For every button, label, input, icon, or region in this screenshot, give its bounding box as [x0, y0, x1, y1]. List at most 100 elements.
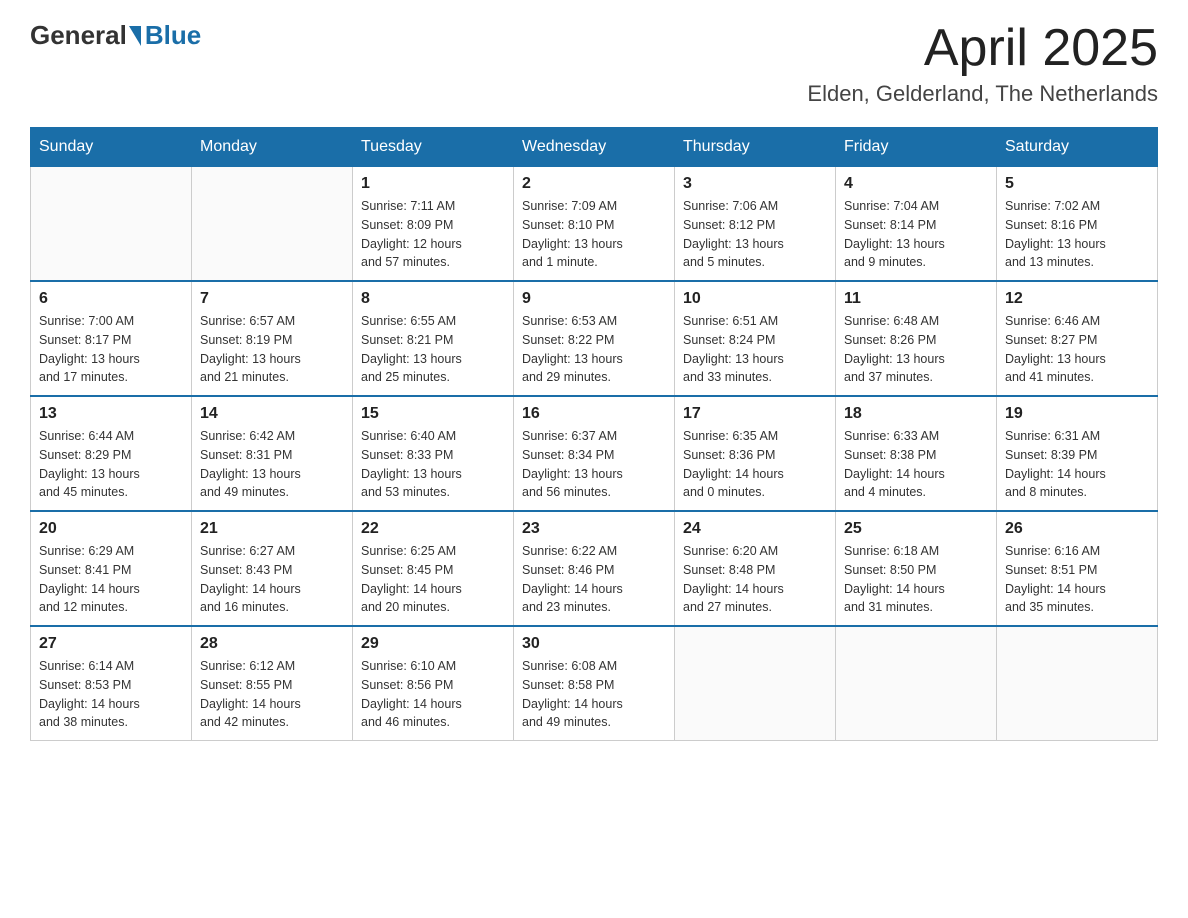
calendar-week-row: 1Sunrise: 7:11 AM Sunset: 8:09 PM Daylig…	[31, 167, 1158, 282]
day-number: 14	[200, 405, 344, 423]
day-number: 16	[522, 405, 666, 423]
day-info: Sunrise: 6:10 AM Sunset: 8:56 PM Dayligh…	[361, 657, 505, 732]
day-info: Sunrise: 6:53 AM Sunset: 8:22 PM Dayligh…	[522, 312, 666, 387]
calendar-cell: 24 Sunrise: 6:20 AM Sunset: 8:48 PM Dayli…	[675, 511, 836, 626]
weekday-header-thursday: Thursday	[675, 128, 836, 167]
calendar-cell: 28Sunrise: 6:12 AM Sunset: 8:55 PM Dayli…	[192, 626, 353, 741]
page-title: April 2025	[807, 20, 1158, 77]
calendar-cell: 9 Sunrise: 6:53 AM Sunset: 8:22 PM Daylig…	[514, 281, 675, 396]
day-info: Sunrise: 6:46 AM Sunset: 8:27 PM Dayligh…	[1005, 312, 1149, 387]
calendar-cell	[192, 167, 353, 282]
day-number: 11	[844, 290, 988, 308]
day-number: 26	[1005, 520, 1149, 538]
day-number: 29	[361, 635, 505, 653]
calendar-cell: 17 Sunrise: 6:35 AM Sunset: 8:36 PM Dayli…	[675, 396, 836, 511]
day-info: Sunrise: 6:18 AM Sunset: 8:50 PM Dayligh…	[844, 542, 988, 617]
calendar-cell: 23 Sunrise: 6:22 AM Sunset: 8:46 PM Dayli…	[514, 511, 675, 626]
day-number: 1	[361, 175, 505, 193]
day-number: 28	[200, 635, 344, 653]
logo-general-text: General	[30, 20, 127, 51]
day-info: Sunrise: 6:44 AM Sunset: 8:29 PM Dayligh…	[39, 427, 183, 502]
day-info: Sunrise: 7:06 AM Sunset: 8:12 PM Dayligh…	[683, 197, 827, 272]
day-number: 3	[683, 175, 827, 193]
day-number: 9	[522, 290, 666, 308]
day-number: 15	[361, 405, 505, 423]
calendar-cell: 5 Sunrise: 7:02 AM Sunset: 8:16 PM Daylig…	[997, 167, 1158, 282]
calendar-cell: 3 Sunrise: 7:06 AM Sunset: 8:12 PM Daylig…	[675, 167, 836, 282]
calendar-cell: 15Sunrise: 6:40 AM Sunset: 8:33 PM Dayli…	[353, 396, 514, 511]
calendar-cell: 7 Sunrise: 6:57 AM Sunset: 8:19 PM Daylig…	[192, 281, 353, 396]
calendar-cell	[836, 626, 997, 741]
day-number: 23	[522, 520, 666, 538]
day-number: 17	[683, 405, 827, 423]
day-number: 4	[844, 175, 988, 193]
calendar-cell	[675, 626, 836, 741]
calendar-cell: 6Sunrise: 7:00 AM Sunset: 8:17 PM Daylig…	[31, 281, 192, 396]
day-info: Sunrise: 6:37 AM Sunset: 8:34 PM Dayligh…	[522, 427, 666, 502]
calendar-week-row: 20 Sunrise: 6:29 AM Sunset: 8:41 PM Dayli…	[31, 511, 1158, 626]
day-info: Sunrise: 6:08 AM Sunset: 8:58 PM Dayligh…	[522, 657, 666, 732]
day-info: Sunrise: 7:02 AM Sunset: 8:16 PM Dayligh…	[1005, 197, 1149, 272]
calendar-cell: 10 Sunrise: 6:51 AM Sunset: 8:24 PM Dayli…	[675, 281, 836, 396]
title-section: April 2025 Elden, Gelderland, The Nether…	[807, 20, 1158, 107]
day-info: Sunrise: 6:16 AM Sunset: 8:51 PM Dayligh…	[1005, 542, 1149, 617]
calendar-week-row: 27 Sunrise: 6:14 AM Sunset: 8:53 PM Dayli…	[31, 626, 1158, 741]
day-info: Sunrise: 6:29 AM Sunset: 8:41 PM Dayligh…	[39, 542, 183, 617]
weekday-header-wednesday: Wednesday	[514, 128, 675, 167]
day-number: 12	[1005, 290, 1149, 308]
calendar-cell: 12 Sunrise: 6:46 AM Sunset: 8:27 PM Dayli…	[997, 281, 1158, 396]
day-number: 30	[522, 635, 666, 653]
day-number: 27	[39, 635, 183, 653]
calendar-cell: 25 Sunrise: 6:18 AM Sunset: 8:50 PM Dayli…	[836, 511, 997, 626]
day-info: Sunrise: 6:48 AM Sunset: 8:26 PM Dayligh…	[844, 312, 988, 387]
day-info: Sunrise: 6:51 AM Sunset: 8:24 PM Dayligh…	[683, 312, 827, 387]
day-number: 10	[683, 290, 827, 308]
calendar-cell: 14 Sunrise: 6:42 AM Sunset: 8:31 PM Dayli…	[192, 396, 353, 511]
calendar-cell: 27 Sunrise: 6:14 AM Sunset: 8:53 PM Dayli…	[31, 626, 192, 741]
calendar-cell: 19Sunrise: 6:31 AM Sunset: 8:39 PM Dayli…	[997, 396, 1158, 511]
day-info: Sunrise: 6:42 AM Sunset: 8:31 PM Dayligh…	[200, 427, 344, 502]
calendar-cell: 13Sunrise: 6:44 AM Sunset: 8:29 PM Dayli…	[31, 396, 192, 511]
day-number: 5	[1005, 175, 1149, 193]
day-number: 6	[39, 290, 183, 308]
day-number: 20	[39, 520, 183, 538]
day-info: Sunrise: 6:55 AM Sunset: 8:21 PM Dayligh…	[361, 312, 505, 387]
day-info: Sunrise: 6:14 AM Sunset: 8:53 PM Dayligh…	[39, 657, 183, 732]
calendar-week-row: 13Sunrise: 6:44 AM Sunset: 8:29 PM Dayli…	[31, 396, 1158, 511]
day-info: Sunrise: 6:20 AM Sunset: 8:48 PM Dayligh…	[683, 542, 827, 617]
day-number: 7	[200, 290, 344, 308]
calendar-cell	[997, 626, 1158, 741]
day-info: Sunrise: 6:25 AM Sunset: 8:45 PM Dayligh…	[361, 542, 505, 617]
calendar-cell: 16 Sunrise: 6:37 AM Sunset: 8:34 PM Dayli…	[514, 396, 675, 511]
calendar-cell: 21Sunrise: 6:27 AM Sunset: 8:43 PM Dayli…	[192, 511, 353, 626]
logo: General Blue	[30, 20, 201, 51]
calendar-cell: 22 Sunrise: 6:25 AM Sunset: 8:45 PM Dayli…	[353, 511, 514, 626]
calendar-cell: 18Sunrise: 6:33 AM Sunset: 8:38 PM Dayli…	[836, 396, 997, 511]
calendar-header-row: SundayMondayTuesdayWednesdayThursdayFrid…	[31, 128, 1158, 167]
day-number: 25	[844, 520, 988, 538]
calendar-table: SundayMondayTuesdayWednesdayThursdayFrid…	[30, 127, 1158, 741]
logo-blue-text: Blue	[145, 20, 201, 51]
day-number: 21	[200, 520, 344, 538]
day-number: 2	[522, 175, 666, 193]
location-subtitle: Elden, Gelderland, The Netherlands	[807, 81, 1158, 107]
day-number: 8	[361, 290, 505, 308]
day-info: Sunrise: 7:04 AM Sunset: 8:14 PM Dayligh…	[844, 197, 988, 272]
day-info: Sunrise: 7:09 AM Sunset: 8:10 PM Dayligh…	[522, 197, 666, 272]
calendar-cell: 29 Sunrise: 6:10 AM Sunset: 8:56 PM Dayli…	[353, 626, 514, 741]
day-info: Sunrise: 6:57 AM Sunset: 8:19 PM Dayligh…	[200, 312, 344, 387]
weekday-header-tuesday: Tuesday	[353, 128, 514, 167]
calendar-cell: 4 Sunrise: 7:04 AM Sunset: 8:14 PM Daylig…	[836, 167, 997, 282]
day-number: 18	[844, 405, 988, 423]
day-info: Sunrise: 6:22 AM Sunset: 8:46 PM Dayligh…	[522, 542, 666, 617]
day-number: 22	[361, 520, 505, 538]
logo-arrow-icon	[129, 26, 141, 46]
weekday-header-saturday: Saturday	[997, 128, 1158, 167]
day-info: Sunrise: 6:35 AM Sunset: 8:36 PM Dayligh…	[683, 427, 827, 502]
calendar-cell: 8 Sunrise: 6:55 AM Sunset: 8:21 PM Daylig…	[353, 281, 514, 396]
calendar-cell: 30 Sunrise: 6:08 AM Sunset: 8:58 PM Dayli…	[514, 626, 675, 741]
calendar-week-row: 6Sunrise: 7:00 AM Sunset: 8:17 PM Daylig…	[31, 281, 1158, 396]
day-number: 24	[683, 520, 827, 538]
weekday-header-sunday: Sunday	[31, 128, 192, 167]
day-info: Sunrise: 6:31 AM Sunset: 8:39 PM Dayligh…	[1005, 427, 1149, 502]
